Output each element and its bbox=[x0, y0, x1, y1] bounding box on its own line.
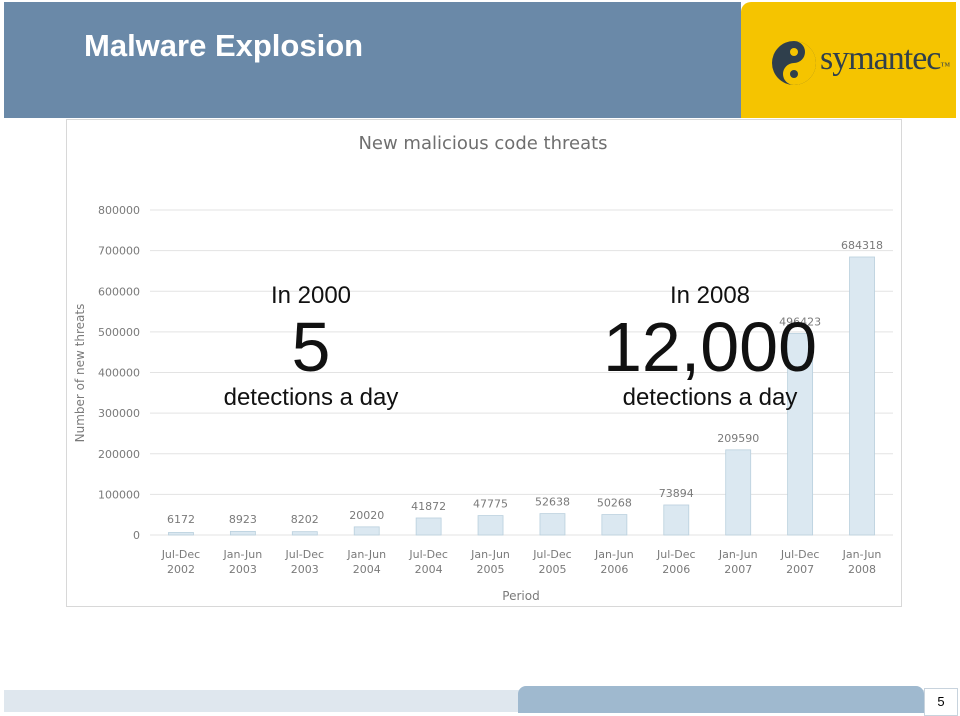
x-tick-label: 2003 bbox=[229, 563, 257, 576]
x-tick-label: 2004 bbox=[353, 563, 381, 576]
header-bar: Malware Explosion bbox=[4, 2, 741, 118]
callout-2008-year: In 2008 bbox=[669, 282, 751, 309]
y-tick-label: 0 bbox=[133, 529, 140, 542]
y-tick-label: 100000 bbox=[98, 488, 140, 501]
bar-value-label: 41872 bbox=[411, 500, 446, 513]
x-tick-label: Jan-Jun bbox=[470, 548, 510, 561]
bar bbox=[291, 531, 318, 536]
page-number: 5 bbox=[924, 688, 958, 716]
x-tick-label: Jan-Jun bbox=[594, 548, 634, 561]
chart-title: New malicious code threats bbox=[358, 133, 607, 154]
logo-wordmark: symantec™ bbox=[820, 40, 950, 77]
callout-2000-year: In 2000 bbox=[270, 282, 352, 309]
x-tick-label: Jan-Jun bbox=[346, 548, 386, 561]
bar bbox=[601, 514, 628, 536]
x-tick-label: Jul-Dec bbox=[161, 548, 201, 561]
bar bbox=[663, 504, 690, 536]
x-tick-label: Jul-Dec bbox=[780, 548, 820, 561]
bar-value-label: 50268 bbox=[597, 497, 632, 510]
x-tick-label: 2007 bbox=[786, 563, 814, 576]
footer-tab bbox=[518, 686, 924, 713]
callout-2000-number: 5 bbox=[291, 308, 331, 386]
bar-value-label: 73894 bbox=[659, 487, 694, 500]
bar bbox=[725, 449, 752, 536]
trademark-mark: ™ bbox=[940, 61, 950, 72]
bar-value-label: 8202 bbox=[291, 513, 319, 526]
callout-2008-number: 12,000 bbox=[602, 308, 818, 386]
x-tick-label: 2002 bbox=[167, 563, 195, 576]
y-tick-label: 600000 bbox=[98, 285, 140, 298]
x-tick-label: 2005 bbox=[538, 563, 566, 576]
bar bbox=[353, 526, 380, 536]
y-tick-label: 400000 bbox=[98, 367, 140, 380]
bar bbox=[415, 517, 442, 536]
x-axis-label: Period bbox=[502, 589, 539, 603]
y-tick-label: 800000 bbox=[98, 204, 140, 217]
bar-value-label: 684318 bbox=[841, 239, 883, 252]
x-tick-label: 2005 bbox=[477, 563, 505, 576]
x-tick-label: 2003 bbox=[291, 563, 319, 576]
bar-value-label: 6172 bbox=[167, 513, 195, 526]
bar bbox=[168, 532, 194, 536]
bar bbox=[229, 530, 256, 536]
bar bbox=[849, 256, 875, 536]
y-tick-label: 200000 bbox=[98, 448, 140, 461]
bar-value-label: 8923 bbox=[229, 513, 257, 526]
x-tick-label: Jan-Jun bbox=[718, 548, 758, 561]
x-tick-label: 2006 bbox=[662, 563, 690, 576]
x-tick-label: 2006 bbox=[600, 563, 628, 576]
x-tick-label: 2007 bbox=[724, 563, 752, 576]
callout-2000-caption: detections a day bbox=[223, 384, 399, 411]
callout-2008: In 2008 12,000 detections a day bbox=[570, 282, 850, 412]
x-tick-label: Jul-Dec bbox=[408, 548, 448, 561]
bar bbox=[477, 515, 504, 536]
y-tick-label: 500000 bbox=[98, 326, 140, 339]
y-axis-label: Number of new threats bbox=[73, 304, 87, 443]
x-tick-label: Jul-Dec bbox=[532, 548, 572, 561]
bar bbox=[539, 513, 566, 536]
symantec-logo-icon bbox=[772, 41, 816, 85]
x-tick-label: 2004 bbox=[415, 563, 443, 576]
slide-title: Malware Explosion bbox=[84, 28, 364, 63]
bar-value-label: 47775 bbox=[473, 498, 508, 511]
callout-2008-caption: detections a day bbox=[622, 384, 798, 411]
y-tick-label: 300000 bbox=[98, 407, 140, 420]
y-tick-label: 700000 bbox=[98, 245, 140, 258]
x-tick-label: Jul-Dec bbox=[656, 548, 696, 561]
bar-value-label: 52638 bbox=[535, 496, 570, 509]
bar-value-label: 20020 bbox=[349, 509, 384, 522]
x-tick-label: Jan-Jun bbox=[842, 548, 882, 561]
callout-2000: In 2000 5 detections a day bbox=[211, 282, 411, 412]
bar-value-label: 209590 bbox=[717, 432, 759, 445]
x-tick-label: Jul-Dec bbox=[285, 548, 325, 561]
x-tick-label: 2008 bbox=[848, 563, 876, 576]
x-tick-label: Jan-Jun bbox=[223, 548, 263, 561]
